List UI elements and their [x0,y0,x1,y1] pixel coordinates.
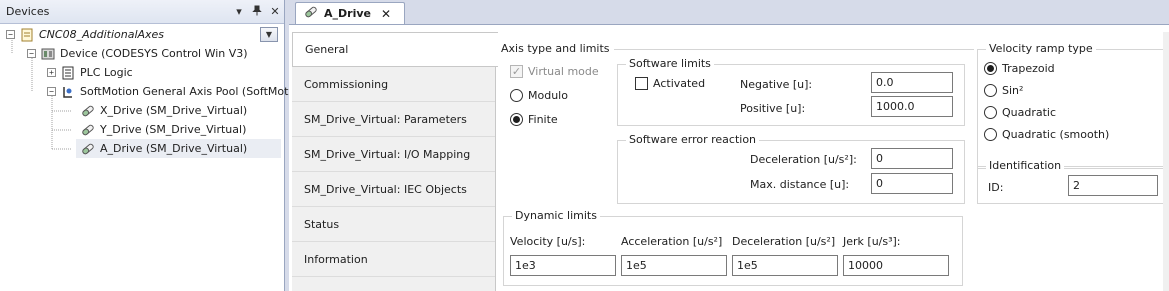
ramp-option-label: Quadratic [1002,106,1057,119]
modulo-label: Modulo [528,89,568,102]
positive-limit-field[interactable] [871,96,953,117]
general-settings-pane: Axis type and limits ✓ Virtual mode Modu… [495,32,1169,291]
collapse-icon[interactable]: − [6,30,15,39]
acceleration-label: Acceleration [u/s²] [621,235,723,248]
velocity-field[interactable] [510,255,616,276]
ramp-quadratic-smooth-radio[interactable]: Quadratic (smooth) [984,128,1109,141]
virtual-mode-checkbox[interactable]: ✓ Virtual mode [510,65,599,78]
pin-icon[interactable] [248,5,266,19]
chevron-down-icon[interactable]: ▼ [260,27,278,42]
ramp-sin2-radio[interactable]: Sin² [984,84,1023,97]
ramp-trapezoid-radio[interactable]: Trapezoid [984,62,1055,75]
max-distance-label: Max. distance [u]: [750,178,850,191]
velocity-ramp-group: Velocity ramp type Trapezoid Sin² Quadra… [977,42,1165,169]
axis-pool-icon [60,84,76,100]
ramp-option-label: Sin² [1002,84,1024,97]
devices-panel: Devices ▾ ✕ − CNC08_AdditionalAxes − Dev… [0,0,305,291]
negative-label: Negative [u]: [740,78,813,91]
drive-icon [304,5,318,22]
editor-area: A_Drive ✕ General Commissioning SM_Drive… [289,0,1169,291]
tree-item-label: PLC Logic [80,66,133,79]
max-distance-field[interactable] [871,173,953,194]
dynamic-limits-legend: Dynamic limits [512,209,600,222]
tree-item-a-drive[interactable]: A_Drive (SM_Drive_Virtual) [76,139,281,158]
id-field[interactable] [1068,175,1158,196]
software-limits-group: Software limits Activated Negative [u]: … [617,57,965,126]
project-icon [19,27,35,43]
devices-title: Devices [6,5,50,18]
menu-arrow-icon[interactable]: ▾ [230,5,248,18]
tree-item-axis-pool[interactable]: − SoftMotion General Axis Pool (SoftMoti… [47,82,305,101]
expand-icon[interactable]: + [47,68,56,77]
ramp-option-label: Trapezoid [1002,62,1055,75]
collapse-icon[interactable]: − [27,49,36,58]
tree-item-plc-logic[interactable]: + PLC Logic [47,63,133,82]
negative-limit-field[interactable] [871,72,953,93]
virtual-mode-label: Virtual mode [528,65,599,78]
tab-commissioning[interactable]: Commissioning [292,67,495,102]
finite-radio[interactable]: Finite [510,113,558,126]
tree-item-project[interactable]: − CNC08_AdditionalAxes [6,25,164,44]
dynamic-limits-group: Dynamic limits Velocity [u/s]: Accelerat… [503,209,963,286]
identification-legend: Identification [986,159,1065,172]
collapse-icon[interactable]: − [47,87,56,96]
drive-icon [80,103,96,119]
id-label: ID: [988,181,1004,194]
ramp-quadratic-radio[interactable]: Quadratic [984,106,1056,119]
activated-label: Activated [653,77,706,90]
tab-general[interactable]: General [292,32,498,67]
activated-checkbox[interactable]: Activated [635,77,705,90]
jerk-label: Jerk [u/s³]: [843,235,901,248]
acceleration-field[interactable] [621,255,727,276]
tab-information[interactable]: Information [292,242,495,277]
tab-io-mapping[interactable]: SM_Drive_Virtual: I/O Mapping [292,137,495,172]
drive-icon [80,141,96,157]
tree-item-label: A_Drive (SM_Drive_Virtual) [100,142,248,155]
tab-a-drive[interactable]: A_Drive ✕ [295,2,405,24]
tree-item-y-drive[interactable]: Y_Drive (SM_Drive_Virtual) [80,120,246,139]
deceleration-label: Deceleration [u/s²] [732,235,836,248]
software-limits-legend: Software limits [626,57,714,70]
legend-divider [614,49,974,50]
plc-logic-icon [60,65,76,81]
tree-item-label: CNC08_AdditionalAxes [39,28,165,41]
axis-type-legend: Axis type and limits [501,42,610,55]
error-reaction-legend: Software error reaction [626,133,760,146]
devices-header: Devices ▾ ✕ [0,0,284,24]
tab-parameters[interactable]: SM_Drive_Virtual: Parameters [292,102,495,137]
error-decel-label: Deceleration [u/s²]: [750,153,857,166]
close-icon[interactable]: ✕ [381,7,391,21]
positive-label: Positive [u]: [740,102,806,115]
close-panel-button[interactable]: ✕ [266,5,284,18]
tree-item-device[interactable]: − Device (CODESYS Control Win V3) [27,44,248,63]
ramp-option-label: Quadratic (smooth) [1002,128,1110,141]
identification-group: Identification ID: [977,159,1165,204]
tree-item-label: Y_Drive (SM_Drive_Virtual) [100,123,247,136]
tree-item-label: Device (CODESYS Control Win V3) [60,47,248,60]
error-decel-field[interactable] [871,148,953,169]
tab-label: A_Drive [324,7,371,20]
jerk-field[interactable] [843,255,949,276]
tab-iec-objects[interactable]: SM_Drive_Virtual: IEC Objects [292,172,495,207]
device-icon [40,46,56,62]
device-tree: − CNC08_AdditionalAxes − Device (CODESYS… [0,24,305,291]
finite-label: Finite [528,113,558,126]
drive-icon [80,122,96,138]
velocity-label: Velocity [u/s]: [510,235,586,248]
side-tab-list: General Commissioning SM_Drive_Virtual: … [292,32,498,291]
vertical-scrollbar[interactable] [1163,32,1169,291]
tree-item-label: X_Drive (SM_Drive_Virtual) [100,104,248,117]
deceleration-field[interactable] [732,255,838,276]
tab-status[interactable]: Status [292,207,495,242]
modulo-radio[interactable]: Modulo [510,89,568,102]
velocity-ramp-legend: Velocity ramp type [986,42,1096,55]
editor-body: General Commissioning SM_Drive_Virtual: … [289,24,1169,291]
tree-item-x-drive[interactable]: X_Drive (SM_Drive_Virtual) [80,101,247,120]
tree-item-label: SoftMotion General Axis Pool (SoftMotion [80,85,306,98]
error-reaction-group: Software error reaction Deceleration [u/… [617,133,965,204]
